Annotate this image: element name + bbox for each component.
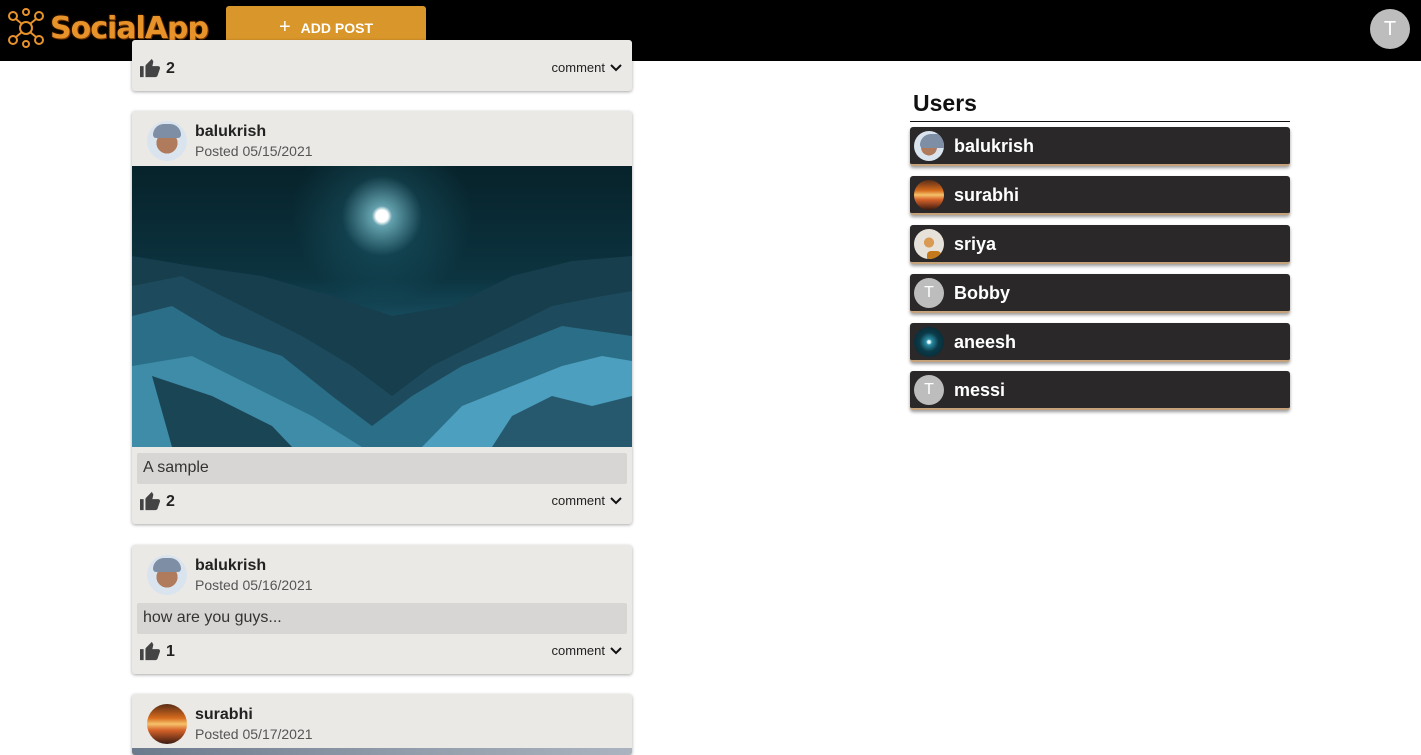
user-list-item[interactable]: aneesh <box>910 323 1290 362</box>
user-name: balukrish <box>954 136 1035 156</box>
plus-icon: + <box>278 15 291 38</box>
user-avatar <box>914 131 944 161</box>
author-avatar[interactable] <box>147 121 187 161</box>
author-name[interactable]: balukrish <box>195 123 266 141</box>
post-date: Posted 05/17/2021 <box>195 726 313 742</box>
divider <box>910 121 1290 122</box>
post-image[interactable] <box>132 166 632 447</box>
author-name[interactable]: surabhi <box>195 706 253 724</box>
comment-label: comment <box>551 493 605 508</box>
post-caption: how are you guys... <box>137 603 627 634</box>
chevron-down-icon <box>610 496 622 504</box>
thumbs-up-icon[interactable] <box>139 491 161 511</box>
like-row: 2 comment <box>132 489 632 515</box>
user-list-item[interactable]: T Bobby <box>910 274 1290 313</box>
thumbs-up-icon[interactable] <box>139 641 161 661</box>
comment-label: comment <box>551 643 605 658</box>
post-caption: A sample <box>137 453 627 484</box>
like-row: 1 comment <box>132 639 632 665</box>
user-list-item[interactable]: T messi <box>910 371 1290 410</box>
author-name[interactable]: balukrish <box>195 557 266 575</box>
comment-toggle[interactable]: comment <box>552 643 622 658</box>
add-post-label: ADD POST <box>300 20 374 36</box>
post-card-partial: 2 comment <box>132 40 632 91</box>
account-avatar[interactable]: T <box>1370 9 1410 49</box>
post-date: Posted 05/15/2021 <box>195 143 313 159</box>
user-name: messi <box>954 380 1006 400</box>
user-name: Bobby <box>954 283 1010 303</box>
user-list-item[interactable]: surabhi <box>910 176 1290 215</box>
chevron-down-icon <box>610 63 622 71</box>
user-name: surabhi <box>954 185 1020 205</box>
user-avatar: T <box>914 278 944 308</box>
like-count: 1 <box>166 643 175 660</box>
user-name: aneesh <box>954 332 1017 352</box>
post-image[interactable] <box>132 748 632 755</box>
user-avatar <box>914 229 944 259</box>
user-avatar <box>914 180 944 210</box>
post-date: Posted 05/16/2021 <box>195 577 313 593</box>
post-header: balukrish Posted 05/15/2021 <box>132 111 632 167</box>
chevron-down-icon <box>610 646 622 654</box>
post-card: balukrish Posted 05/16/2021 how are you … <box>132 545 632 674</box>
user-avatar: T <box>914 375 944 405</box>
comment-toggle[interactable]: comment <box>552 493 622 508</box>
user-name: sriya <box>954 234 997 254</box>
post-header: surabhi Posted 05/17/2021 <box>132 694 632 750</box>
like-count: 2 <box>166 60 175 77</box>
mountain-landscape-image <box>132 256 632 447</box>
post-card: surabhi Posted 05/17/2021 <box>132 694 632 755</box>
network-icon <box>8 8 44 48</box>
user-list-item[interactable]: balukrish <box>910 127 1290 166</box>
thumbs-up-icon[interactable] <box>139 58 161 78</box>
author-avatar[interactable] <box>147 555 187 595</box>
like-row: 2 comment <box>132 56 632 82</box>
user-avatar <box>914 327 944 357</box>
post-card: balukrish Posted 05/15/2021 A sample 2 c… <box>132 111 632 524</box>
comment-toggle[interactable]: comment <box>552 60 622 75</box>
like-count: 2 <box>166 493 175 510</box>
post-header: balukrish Posted 05/16/2021 <box>132 545 632 601</box>
comment-label: comment <box>551 60 605 75</box>
user-list-item[interactable]: sriya <box>910 225 1290 264</box>
users-heading: Users <box>913 90 977 116</box>
author-avatar[interactable] <box>147 704 187 744</box>
